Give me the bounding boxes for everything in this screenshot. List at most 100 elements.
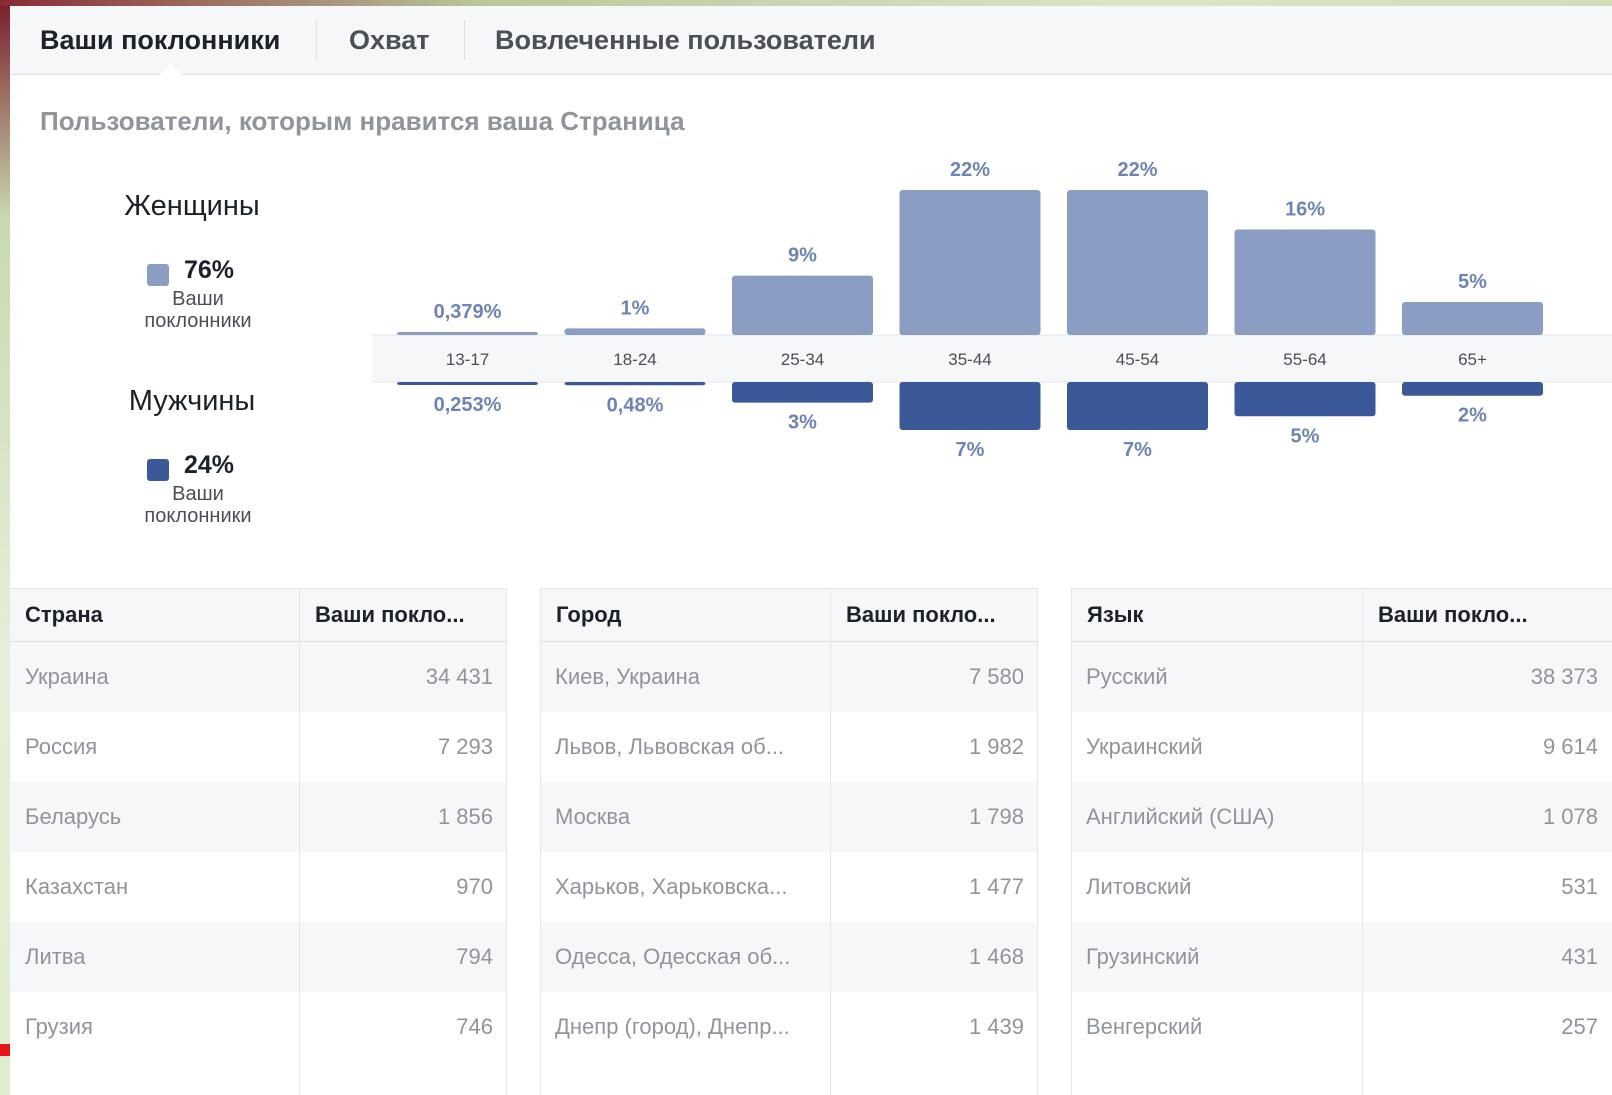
men-bar	[1234, 382, 1376, 417]
tab-divider	[464, 20, 465, 60]
men-bar	[397, 382, 538, 385]
legend-women-swatch	[147, 264, 169, 286]
tab-reach[interactable]: Охват	[349, 6, 430, 74]
men-bar-label: 7%	[956, 439, 985, 461]
table-row[interactable]: Русский 38 373	[1071, 642, 1612, 712]
row-name: Россия	[25, 734, 98, 759]
men-bar-label: 5%	[1291, 425, 1320, 447]
legend-women-sub-2: поклонники	[144, 310, 252, 332]
row-name: Литва	[25, 944, 86, 969]
tab-divider	[316, 20, 317, 60]
active-tab-caret	[160, 64, 182, 75]
table-row[interactable]: Одесса, Одесская об... 1 468	[540, 922, 1038, 992]
legend-women-sub-1: Ваши	[172, 288, 224, 310]
fans-column-header[interactable]: Ваши покло...	[315, 589, 465, 641]
column-divider	[1362, 589, 1363, 1095]
table-row[interactable]: Киев, Украина 7 580	[540, 642, 1038, 712]
women-bar	[397, 332, 538, 335]
fans-column-header[interactable]: Ваши покло...	[1378, 589, 1528, 641]
row-name: Литовский	[1086, 874, 1192, 899]
women-bar	[564, 328, 706, 335]
column-divider	[540, 589, 541, 1095]
table-row[interactable]: Казахстан 970	[10, 852, 507, 922]
city-column-header[interactable]: Город	[556, 589, 621, 641]
table-row[interactable]: Москва 1 798	[540, 782, 1038, 852]
language-table: Язык Ваши покло... Русский 38 373 Украинск…	[1071, 588, 1612, 1095]
row-value: 7 580	[968, 664, 1024, 689]
men-bar	[1067, 382, 1208, 430]
men-bar	[564, 382, 706, 386]
legend-women-percent: 76%	[184, 256, 235, 284]
row-value: 9 614	[1542, 734, 1598, 759]
row-name: Москва	[555, 804, 631, 829]
row-name: Казахстан	[25, 874, 129, 899]
table-row[interactable]: Литва 794	[10, 922, 507, 992]
row-name: Венгерский	[1086, 1014, 1203, 1039]
row-value: 1 856	[437, 804, 493, 829]
table-row[interactable]: Беларусь 1 856	[10, 782, 507, 852]
women-bar-label: 0,379%	[434, 301, 502, 323]
row-name: Грузинский	[1086, 944, 1200, 969]
table-row[interactable]: Россия 7 293	[10, 712, 507, 782]
row-name: Одесса, Одесская об...	[555, 944, 791, 969]
row-value: 1 982	[968, 734, 1024, 759]
table-row[interactable]: Днепр (город), Днепр... 1 439	[540, 992, 1038, 1062]
legend-men-swatch	[147, 459, 169, 481]
row-value: 1 439	[968, 1014, 1024, 1039]
women-bar-label: 1%	[621, 297, 650, 319]
table-row[interactable]: Грузия 746	[10, 992, 507, 1062]
table-row[interactable]: Украинский 9 614	[1071, 712, 1612, 782]
row-name: Грузия	[25, 1014, 93, 1039]
column-divider	[506, 589, 507, 1095]
men-bar-label: 0,48%	[607, 394, 664, 416]
table-row[interactable]: Украина 34 431	[10, 642, 507, 712]
row-name: Беларусь	[25, 804, 122, 829]
table-header	[1071, 589, 1612, 642]
table-row[interactable]: Грузинский 431	[1071, 922, 1612, 992]
table-row[interactable]: Венгерский 257	[1071, 992, 1612, 1062]
women-bar-label: 5%	[1458, 271, 1487, 293]
country-table: Страна Ваши покло... Украина 34 431 Россия…	[10, 588, 507, 1095]
men-bar-label: 3%	[788, 412, 817, 434]
column-divider	[1071, 589, 1072, 1095]
table-row[interactable]: Львов, Львовская об... 1 982	[540, 712, 1038, 782]
background-decoration	[0, 0, 10, 1095]
men-bar-label: 0,253%	[434, 394, 502, 416]
row-name: Украинский	[1086, 734, 1203, 759]
section-title: Пользователи, которым нравится ваша Стра…	[40, 106, 685, 136]
age-tick-label: 35-44	[948, 350, 991, 369]
column-divider	[1037, 589, 1038, 1095]
fans-column-header[interactable]: Ваши покло...	[846, 589, 996, 641]
language-column-header[interactable]: Язык	[1087, 589, 1144, 641]
women-bar	[899, 190, 1041, 335]
legend-men-sub-1: Ваши	[172, 483, 224, 505]
age-tick-label: 45-54	[1116, 350, 1159, 369]
table-row[interactable]: Харьков, Харьковска... 1 477	[540, 852, 1038, 922]
row-value: 431	[1561, 944, 1598, 969]
row-value: 38 373	[1530, 664, 1598, 689]
row-name: Английский (США)	[1086, 804, 1275, 829]
row-name: Харьков, Харьковска...	[555, 874, 788, 899]
row-value: 7 293	[437, 734, 493, 759]
table-row[interactable]: Литовский 531	[1071, 852, 1612, 922]
men-bar-label: 2%	[1458, 405, 1487, 427]
row-name: Львов, Львовская об...	[555, 734, 785, 759]
age-tick-label: 65+	[1458, 350, 1487, 369]
age-tick-label: 55-64	[1283, 350, 1326, 369]
legend-men-percent: 24%	[184, 451, 235, 479]
row-value: 746	[456, 1014, 493, 1039]
men-bar	[899, 382, 1041, 430]
women-bar-label: 16%	[1285, 199, 1325, 221]
tab-bar: Ваши поклонники Охват Вовлеченные пользо…	[10, 6, 1612, 75]
legend-women-title: Женщины	[124, 190, 260, 222]
row-name: Украина	[25, 664, 109, 689]
column-divider	[299, 589, 300, 1095]
women-bar	[1402, 302, 1543, 335]
row-value: 794	[456, 944, 493, 969]
country-column-header[interactable]: Страна	[25, 589, 103, 641]
age-gender-chart: 0,379% 0,253% 13-17 1% 0,48% 18-24 9% 3% 25-34 22…	[372, 159, 1612, 461]
table-row[interactable]: Английский (США) 1 078	[1071, 782, 1612, 852]
tab-engaged-users[interactable]: Вовлеченные пользователи	[495, 6, 876, 74]
row-value: 1 477	[968, 874, 1024, 899]
row-value: 1 078	[1542, 804, 1598, 829]
